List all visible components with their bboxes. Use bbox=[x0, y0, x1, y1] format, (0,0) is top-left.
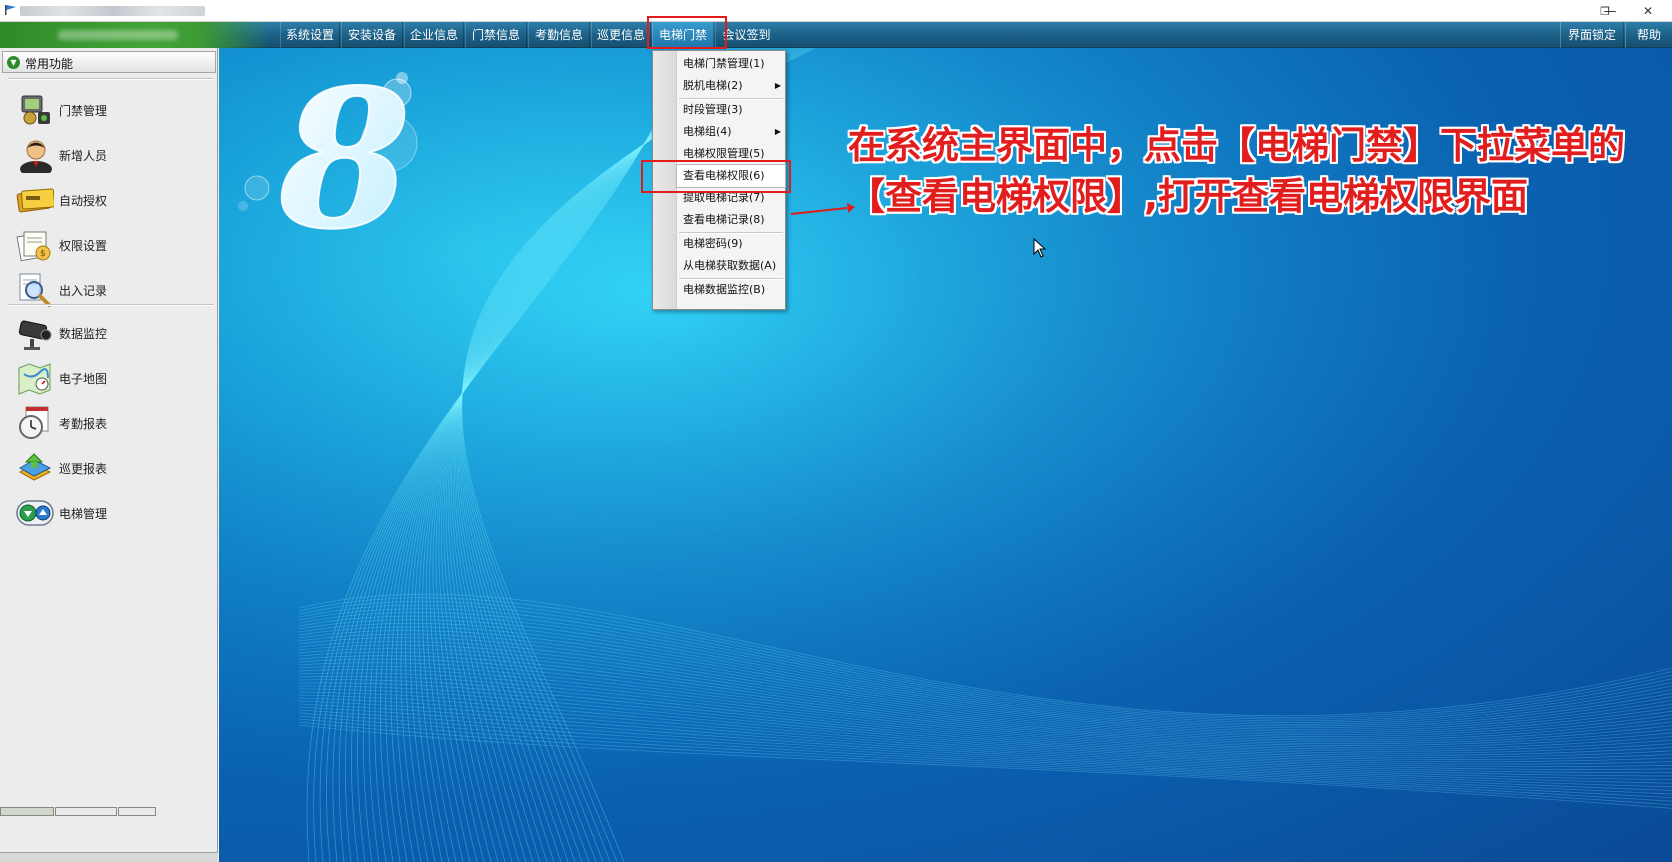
sidebar-tab-1[interactable] bbox=[0, 807, 54, 816]
sidebar-item-data-monitor[interactable]: 数据监控 bbox=[14, 313, 210, 353]
menu-bar: 系统设置 安装设备 企业信息 门禁信息 考勤信息 巡更信息 电梯门禁 会议签到 … bbox=[0, 22, 1672, 48]
sidebar-item-label: 自动授权 bbox=[59, 194, 108, 208]
menu-install-devices[interactable]: 安装设备 bbox=[341, 22, 403, 48]
close-button[interactable]: ✕ bbox=[1628, 0, 1668, 22]
sidebar-item-label: 数据监控 bbox=[59, 327, 108, 341]
collapse-icon[interactable]: ▼ bbox=[7, 56, 20, 69]
menu-system-settings[interactable]: 系统设置 bbox=[280, 22, 340, 48]
sidebar-item-label: 权限设置 bbox=[59, 239, 108, 253]
dropdown-item-view-records[interactable]: 查看电梯记录(8) bbox=[677, 209, 785, 231]
dropdown-item-label: 电梯组(4) bbox=[683, 125, 732, 138]
map-icon bbox=[18, 363, 51, 395]
title-bar: — bbox=[0, 0, 1672, 22]
sidebar-item-label: 巡更报表 bbox=[59, 462, 108, 476]
card-icon bbox=[16, 188, 54, 213]
sidebar-item-e-map[interactable]: 电子地图 bbox=[14, 358, 210, 398]
menu-help[interactable]: 帮助 bbox=[1625, 22, 1672, 48]
person-icon bbox=[20, 140, 52, 173]
sidebar-item-access-control[interactable]: 门禁管理 bbox=[14, 90, 210, 130]
dropdown-item-offline-elevator[interactable]: 脱机电梯(2) ▶ bbox=[677, 75, 785, 97]
dropdown-item-label: 电梯密码(9) bbox=[683, 237, 743, 250]
dropdown-item-label: 电梯门禁管理(1) bbox=[683, 57, 765, 70]
brand-eight-glyph: 8 bbox=[278, 48, 411, 271]
menu-access-info[interactable]: 门禁信息 bbox=[465, 22, 527, 48]
svg-text:$: $ bbox=[40, 249, 46, 259]
menu-lock-ui[interactable]: 界面锁定 bbox=[1560, 22, 1624, 48]
sidebar-item-label: 电子地图 bbox=[59, 372, 108, 386]
menu-company-info[interactable]: 企业信息 bbox=[404, 22, 464, 48]
dropdown-item-label: 查看电梯记录(8) bbox=[683, 213, 765, 226]
restore-icon: ❐ bbox=[1600, 4, 1610, 18]
sidebar-bottom-tabs bbox=[0, 852, 218, 862]
window-title-blurred bbox=[20, 6, 205, 16]
permission-settings-icon: $ bbox=[16, 231, 51, 262]
clock-icon bbox=[19, 406, 49, 439]
dropdown-item-data-monitor[interactable]: 电梯数据监控(B) bbox=[677, 279, 785, 301]
brand-logo-blurred bbox=[58, 30, 178, 40]
sidebar-item-label: 门禁管理 bbox=[59, 104, 108, 118]
dropdown-item-label: 电梯权限管理(5) bbox=[683, 147, 765, 160]
annotation-line-1: 在系统主界面中，点击【电梯门禁】下拉菜单的 bbox=[848, 124, 1625, 167]
dropdown-item-elevator-group[interactable]: 电梯组(4) ▶ bbox=[677, 121, 785, 143]
camera-icon bbox=[18, 320, 52, 350]
sidebar-divider bbox=[8, 78, 214, 80]
sidebar-tab-3[interactable] bbox=[118, 807, 156, 816]
sidebar: ▼ 常用功能 门禁管理 新增人员 自动授权 $ 权限设置 出入记录 数据监控 电… bbox=[0, 48, 218, 862]
brand-logo-area bbox=[0, 22, 270, 48]
menu-attendance-info[interactable]: 考勤信息 bbox=[528, 22, 590, 48]
sidebar-item-permission-settings[interactable]: $ 权限设置 bbox=[14, 225, 210, 265]
dropdown-item-elevator-access-mgmt[interactable]: 电梯门禁管理(1) bbox=[677, 53, 785, 75]
sidebar-item-add-person[interactable]: 新增人员 bbox=[14, 135, 210, 175]
sidebar-item-elevator-management[interactable]: 电梯管理 bbox=[14, 493, 210, 533]
sidebar-item-label: 新增人员 bbox=[59, 149, 108, 163]
submenu-arrow-icon: ▶ bbox=[774, 81, 781, 90]
menu-patrol-info[interactable]: 巡更信息 bbox=[591, 22, 651, 48]
sidebar-item-attendance-report[interactable]: 考勤报表 bbox=[14, 403, 210, 443]
dropdown-item-label: 从电梯获取数据(A) bbox=[683, 259, 777, 272]
app-window: — ❐ ✕ 系统设置 安装设备 企业信息 门禁信息 考勤信息 巡更信息 电梯门禁… bbox=[0, 0, 1672, 862]
sidebar-tab-2[interactable] bbox=[55, 807, 117, 816]
sidebar-item-label: 出入记录 bbox=[59, 284, 108, 298]
sidebar-item-auto-authorize[interactable]: 自动授权 bbox=[14, 180, 210, 220]
dropdown-item-label: 电梯数据监控(B) bbox=[683, 283, 766, 296]
sidebar-header[interactable]: ▼ 常用功能 bbox=[2, 51, 216, 73]
sidebar-item-label: 考勤报表 bbox=[59, 417, 108, 431]
sidebar-header-label: 常用功能 bbox=[25, 57, 74, 71]
dropdown-highlight-box bbox=[641, 160, 791, 193]
patrol-icon bbox=[18, 453, 52, 481]
close-icon: ✕ bbox=[1642, 4, 1654, 18]
elevator-icon bbox=[16, 500, 54, 526]
restore-button[interactable]: ❐ bbox=[1586, 0, 1624, 22]
magnifier-icon bbox=[19, 273, 51, 307]
annotation-line-2: 【查看电梯权限】,打开查看电梯权限界面 bbox=[848, 175, 1529, 218]
sidebar-divider bbox=[8, 304, 214, 306]
dropdown-item-time-period[interactable]: 时段管理(3) bbox=[677, 99, 785, 121]
dropdown-item-label: 脱机电梯(2) bbox=[683, 79, 743, 92]
sidebar-item-label: 电梯管理 bbox=[59, 507, 108, 521]
dropdown-item-fetch-data[interactable]: 从电梯获取数据(A) bbox=[677, 255, 785, 277]
access-control-icon bbox=[21, 95, 50, 125]
submenu-arrow-icon: ▶ bbox=[774, 127, 781, 136]
menu-highlight-box bbox=[647, 16, 727, 49]
app-flag-icon bbox=[5, 5, 16, 15]
sidebar-item-patrol-report[interactable]: 巡更报表 bbox=[14, 448, 210, 488]
dropdown-item-elevator-password[interactable]: 电梯密码(9) bbox=[677, 233, 785, 255]
dropdown-item-label: 时段管理(3) bbox=[683, 103, 743, 116]
